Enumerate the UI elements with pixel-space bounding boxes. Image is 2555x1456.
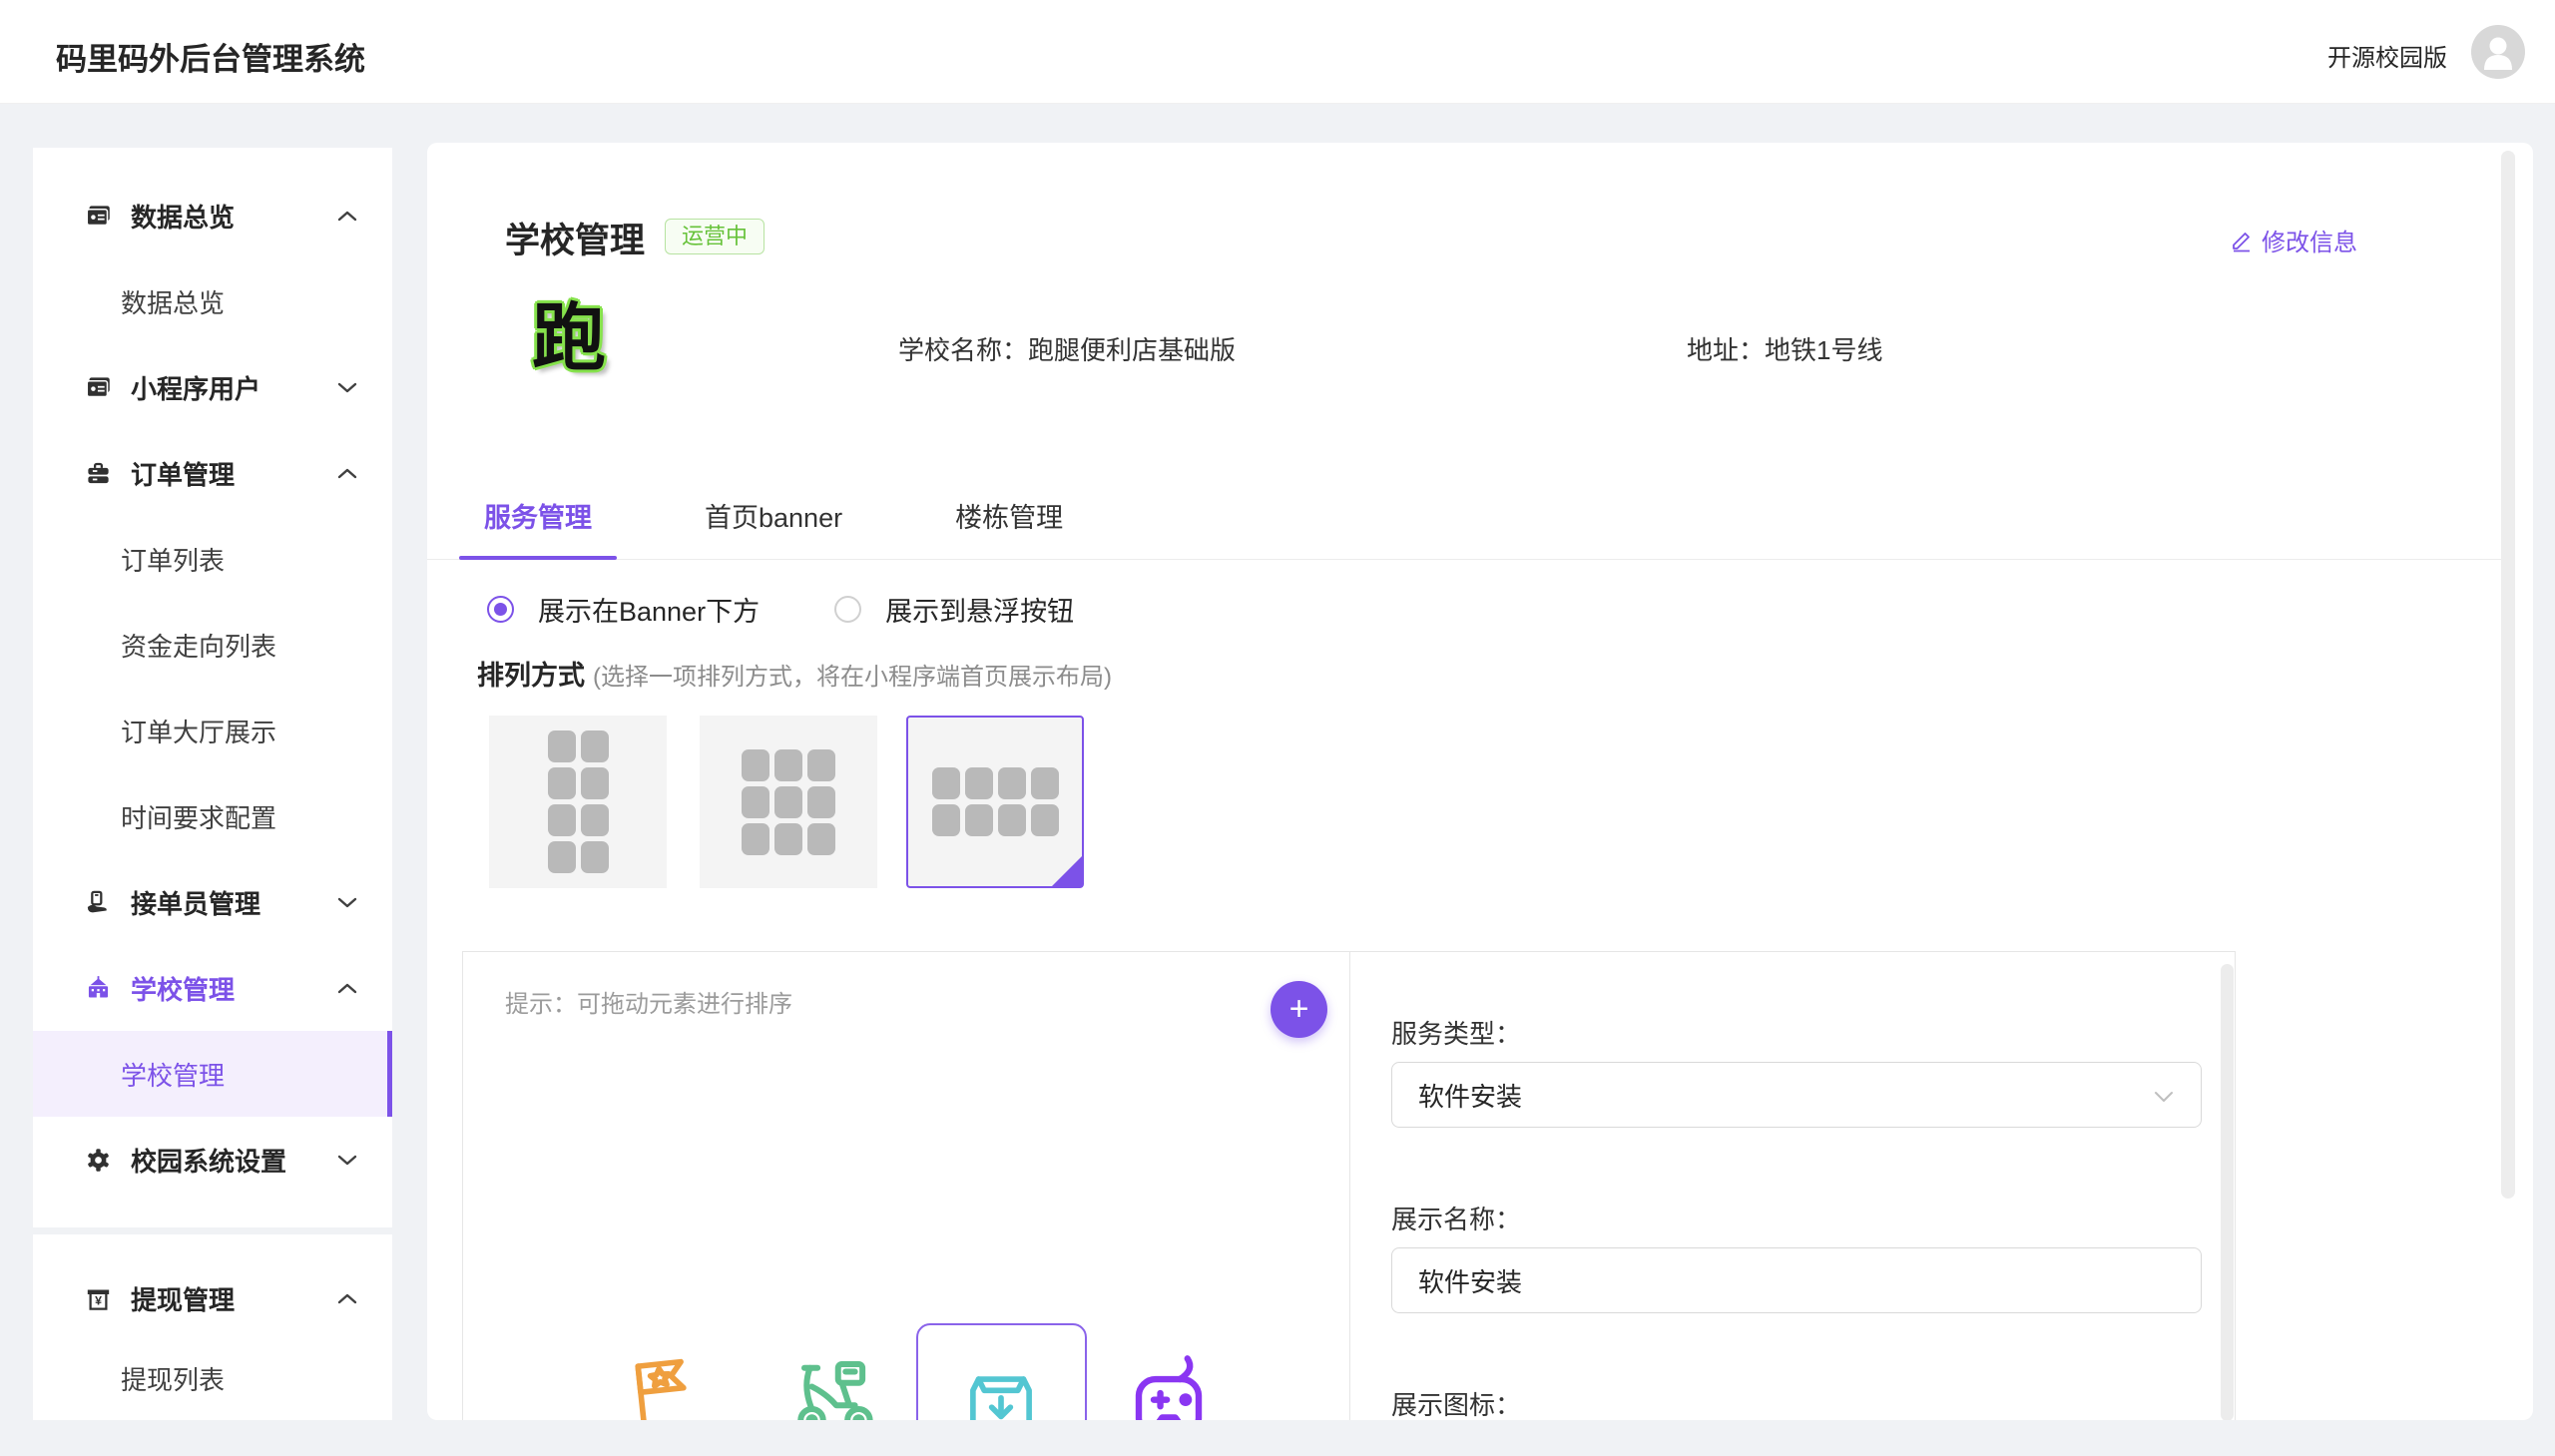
drag-hint: 提示：可拖动元素进行排序 xyxy=(505,984,792,1019)
sidebar-item-time-requirement-config[interactable]: 时间要求配置 xyxy=(33,773,392,859)
sidebar-item-label: 订单列表 xyxy=(121,541,225,578)
sidebar-item-label: 订单管理 xyxy=(131,455,235,492)
sidebar-item-order-list[interactable]: 订单列表 xyxy=(33,516,392,602)
display-icon-label: 展示图标： xyxy=(1391,1385,1521,1420)
chevron-up-icon xyxy=(336,982,358,995)
id-cards-icon xyxy=(85,374,112,401)
sidebar-item-label: 学校管理 xyxy=(121,1056,225,1093)
game-controller-icon[interactable] xyxy=(1124,1349,1214,1420)
radio-floating-button[interactable] xyxy=(834,596,861,623)
display-name-input[interactable] xyxy=(1391,1247,2202,1313)
chevron-down-icon xyxy=(336,896,358,909)
sidebar-item-data-overview[interactable]: 数据总览 xyxy=(33,173,392,258)
sidebar-item-campus-system-settings[interactable]: 校园系统设置 xyxy=(33,1117,392,1203)
sidebar: 数据总览 数据总览 小程序用户 订单管理 订单列表 资金走向列表 订单大厅展示 … xyxy=(33,148,392,1227)
arrangement-row: 排列方式 (选择一项排列方式，将在小程序端首页展示布局) xyxy=(477,654,1112,693)
grid-4x2-preview xyxy=(932,767,1059,836)
layout-option-3x3[interactable] xyxy=(700,716,877,888)
delivery-scooter-icon[interactable] xyxy=(789,1349,879,1420)
radio-floating-button-label: 展示到悬浮按钮 xyxy=(885,590,1074,629)
sidebar-item-label: 提现列表 xyxy=(121,1360,225,1397)
layout-option-4x2-selected[interactable] xyxy=(906,716,1084,888)
briefcase-icon xyxy=(85,460,112,487)
arrangement-hint: (选择一项排列方式，将在小程序端首页展示布局) xyxy=(593,664,1112,691)
sidebar-item-label: 校园系统设置 xyxy=(131,1142,286,1179)
radio-banner-below[interactable] xyxy=(487,596,514,623)
service-editor-section: 提示：可拖动元素进行排序 + xyxy=(462,951,2236,1420)
sidebar-item-order-management[interactable]: 订单管理 xyxy=(33,430,392,516)
sidebar-item-funds-flow-list[interactable]: 资金走向列表 xyxy=(33,602,392,688)
school-name-label: 学校名称： xyxy=(898,335,1028,365)
school-icon xyxy=(85,975,112,1002)
service-type-select[interactable]: 软件安装 xyxy=(1391,1062,2202,1128)
school-address: 地址：地铁1号线 xyxy=(1687,330,1882,367)
flag-star-icon[interactable] xyxy=(611,1345,710,1420)
sidebar-secondary: ¥ 提现管理 提现列表 xyxy=(33,1234,392,1420)
sidebar-item-label: 数据总览 xyxy=(121,283,225,320)
chevron-up-icon xyxy=(336,1292,358,1305)
sidebar-item-school-management-sub[interactable]: 学校管理 xyxy=(33,1031,392,1117)
edit-info-link[interactable]: 修改信息 xyxy=(2230,223,2357,257)
sidebar-item-school-management[interactable]: 学校管理 xyxy=(33,945,392,1031)
sidebar-item-order-hall-display[interactable]: 订单大厅展示 xyxy=(33,688,392,773)
sidebar-item-miniprogram-users[interactable]: 小程序用户 xyxy=(33,344,392,430)
atm-withdraw-icon: ¥ xyxy=(85,1285,112,1312)
sidebar-item-courier-management[interactable]: 接单员管理 xyxy=(33,859,392,945)
grid-3x3-preview xyxy=(742,749,835,855)
sidebar-item-withdrawal-list[interactable]: 提现列表 xyxy=(33,1338,392,1418)
version-label: 开源校园版 xyxy=(2327,38,2447,73)
section-divider xyxy=(1349,952,1350,1420)
tab-service-management[interactable]: 服务管理 xyxy=(459,472,617,559)
grid-2x4-preview xyxy=(548,730,609,873)
sidebar-item-label: 数据总览 xyxy=(131,198,235,235)
display-position-radio-group: 展示在Banner下方 展示到悬浮按钮 xyxy=(487,590,1074,629)
tabs-bar: 服务管理 首页banner 楼栋管理 xyxy=(427,472,2505,560)
id-cards-icon xyxy=(85,203,112,230)
page-title: 学校管理 xyxy=(505,213,645,263)
main-scrollbar[interactable] xyxy=(2501,151,2515,1199)
sidebar-item-label: 资金走向列表 xyxy=(121,627,276,664)
chevron-down-icon xyxy=(336,381,358,394)
chevron-up-icon xyxy=(336,210,358,223)
add-service-button[interactable]: + xyxy=(1271,981,1327,1038)
hand-phone-icon xyxy=(85,889,112,916)
tab-home-banner[interactable]: 首页banner xyxy=(680,472,867,559)
service-type-label: 服务类型： xyxy=(1391,1014,1521,1051)
school-logo: 跑 xyxy=(523,292,615,384)
school-name-value: 跑腿便利店基础版 xyxy=(1028,335,1236,365)
sidebar-item-label: 接单员管理 xyxy=(131,884,260,921)
sidebar-item-data-overview-sub[interactable]: 数据总览 xyxy=(33,258,392,344)
display-name-label: 展示名称： xyxy=(1391,1200,1521,1236)
chevron-down-icon xyxy=(336,1154,358,1167)
sidebar-item-label: 小程序用户 xyxy=(131,369,260,406)
edit-info-label: 修改信息 xyxy=(2262,223,2357,257)
user-avatar[interactable] xyxy=(2471,25,2525,79)
sidebar-item-label: 提现管理 xyxy=(131,1280,235,1317)
form-scrollbar[interactable] xyxy=(2221,964,2234,1420)
gear-icon xyxy=(85,1147,112,1174)
sidebar-item-label: 订单大厅展示 xyxy=(121,713,276,749)
app-title: 码里码外后台管理系统 xyxy=(56,34,365,79)
top-header: 码里码外后台管理系统 开源校园版 xyxy=(0,0,2555,104)
box-download-icon[interactable] xyxy=(956,1349,1046,1420)
svg-text:¥: ¥ xyxy=(95,1293,102,1307)
service-type-value: 软件安装 xyxy=(1418,1077,1522,1114)
user-icon xyxy=(2471,25,2525,79)
sidebar-item-label: 学校管理 xyxy=(131,970,235,1007)
layout-option-2x4[interactable] xyxy=(489,716,667,888)
school-address-label: 地址： xyxy=(1687,335,1765,365)
arrangement-label: 排列方式 xyxy=(477,661,585,691)
status-badge: 运营中 xyxy=(665,219,765,254)
pencil-icon xyxy=(2230,229,2254,252)
sidebar-item-label: 时间要求配置 xyxy=(121,798,276,835)
school-address-value: 地铁1号线 xyxy=(1765,335,1882,365)
radio-banner-below-label: 展示在Banner下方 xyxy=(538,590,760,629)
school-name: 学校名称：跑腿便利店基础版 xyxy=(898,330,1236,367)
main-content: 学校管理 运营中 修改信息 跑 学校名称：跑腿便利店基础版 地址：地铁1号线 服… xyxy=(427,143,2533,1420)
chevron-down-icon xyxy=(2153,1080,2175,1111)
sidebar-item-withdrawal-management[interactable]: ¥ 提现管理 xyxy=(33,1258,392,1338)
chevron-up-icon xyxy=(336,467,358,480)
tab-building-management[interactable]: 楼栋管理 xyxy=(930,472,1088,559)
